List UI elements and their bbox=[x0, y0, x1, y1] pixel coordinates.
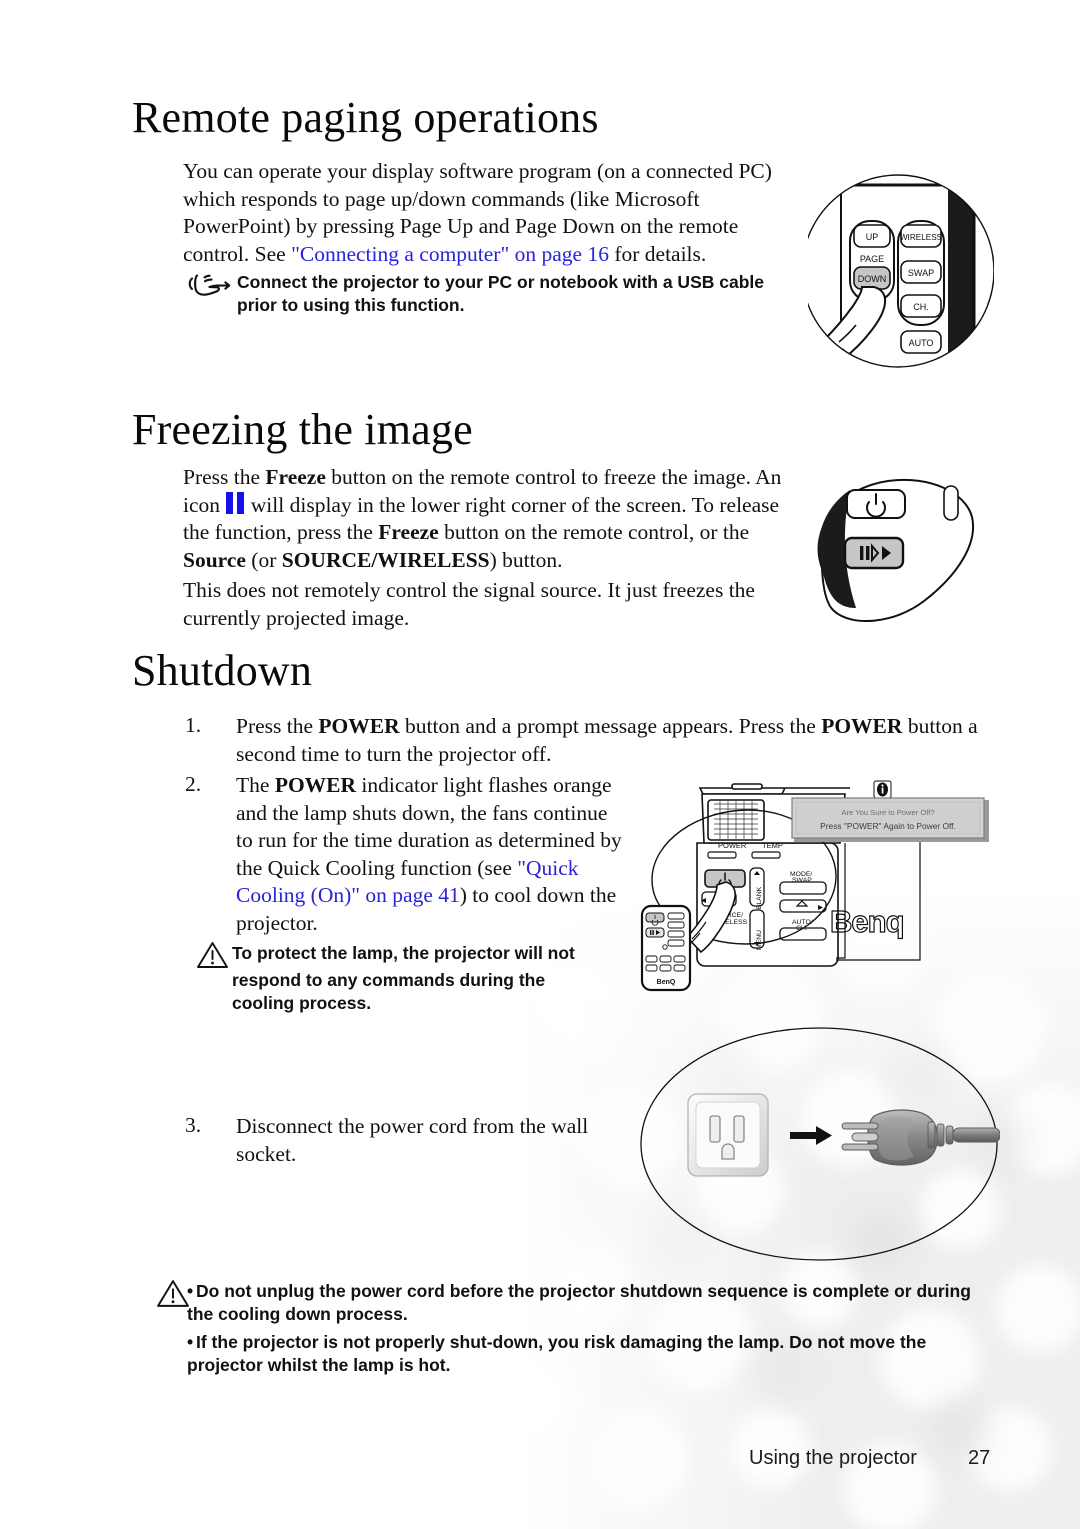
step-text-2: The POWER indicator light flashes orange… bbox=[236, 772, 624, 937]
heading-shutdown: Shutdown bbox=[132, 646, 313, 695]
caution-line-3: cooling process. bbox=[232, 993, 372, 1013]
step2-text-1: The bbox=[236, 773, 275, 797]
svg-text:WIRELESS: WIRELESS bbox=[900, 233, 943, 242]
warning-text-1: Do not unplug the power cord before the … bbox=[187, 1281, 971, 1324]
freeze-text-1: Press the bbox=[183, 465, 266, 489]
paragraph-freeze-1: Press the Freeze button on the remote co… bbox=[183, 464, 795, 574]
note-connect-usb: Connect the projector to your PC or note… bbox=[237, 272, 764, 315]
source-wireless-button-name: SOURCE/WIRELESS bbox=[281, 547, 490, 572]
svg-text:Are You Sure to Power Off?: Are You Sure to Power Off? bbox=[841, 808, 934, 817]
svg-text:CH.: CH. bbox=[913, 302, 929, 312]
svg-text:Press "POWER" Again to Power O: Press "POWER" Again to Power Off. bbox=[820, 821, 956, 831]
remote-control-page-buttons-illustration: UP PAGE DOWN WIRELESS SWAP CH. AUTO bbox=[808, 163, 994, 385]
freeze-text-4: button on the remote control, or the bbox=[438, 520, 750, 544]
warning-item-1: • Do not unplug the power cord before the… bbox=[187, 1280, 997, 1326]
heading-remote-paging-operations: Remote paging operations bbox=[132, 93, 599, 142]
projector-power-off-illustration: POWER TEMP MODE/SWAP AUTO/CH. SOURCE/WIR… bbox=[640, 770, 1000, 1015]
freeze-button-name: Freeze bbox=[265, 465, 326, 489]
paragraph-freeze-2: This does not remotely control the signa… bbox=[183, 578, 755, 630]
paragraph-text-tail: for details. bbox=[608, 241, 707, 266]
freeze-text-5: (or bbox=[245, 547, 282, 572]
power-indicator-name: POWER bbox=[274, 773, 357, 797]
svg-text:BLANK: BLANK bbox=[756, 886, 763, 909]
bullet-icon-2: • bbox=[187, 1332, 194, 1352]
step-number-1: 1. bbox=[185, 713, 202, 737]
caution-line-1: To protect the lamp, the projector will … bbox=[232, 943, 575, 963]
warning-triangle-icon bbox=[197, 942, 228, 968]
paragraph-remote-paging: You can operate your display software pr… bbox=[183, 158, 803, 268]
step-text-1: Press the POWER button and a prompt mess… bbox=[236, 713, 991, 768]
caution-line-2: respond to any commands during the bbox=[232, 970, 546, 990]
remote-control-freeze-button-illustration: II/ bbox=[800, 472, 986, 638]
footer-page-number: 27 bbox=[968, 1447, 991, 1469]
svg-text:TEMP: TEMP bbox=[762, 841, 783, 850]
svg-text:SWAP: SWAP bbox=[792, 877, 812, 884]
step-text-3: Disconnect the power cord from the wall … bbox=[236, 1114, 589, 1166]
power-button-name: POWER bbox=[318, 714, 400, 738]
warning-text-2: If the projector is not properly shut-do… bbox=[187, 1332, 927, 1375]
power-button-name-2: POWER bbox=[821, 714, 903, 738]
pointing-hand-icon bbox=[188, 274, 231, 296]
wall-socket-unplug-illustration bbox=[638, 1022, 1000, 1274]
freeze-button-name-2: Freeze bbox=[378, 520, 439, 544]
step-number-2: 2. bbox=[185, 772, 202, 796]
warning-item-2: • If the projector is not properly shut-d… bbox=[187, 1331, 977, 1377]
step1-text-1: Press the bbox=[236, 714, 319, 738]
source-button-name: Source bbox=[183, 547, 246, 572]
svg-text:Benq: Benq bbox=[830, 904, 904, 939]
svg-text:AUTO: AUTO bbox=[909, 338, 934, 348]
bullet-icon: • bbox=[187, 1281, 194, 1301]
freeze-pause-icon bbox=[225, 491, 245, 514]
warning-triangle-icon-bottom bbox=[157, 1280, 189, 1307]
step1-text-2: button and a prompt message appears. Pre… bbox=[399, 714, 822, 738]
step-number-3: 3. bbox=[185, 1113, 202, 1137]
freeze-text-6: ) button. bbox=[489, 547, 563, 572]
svg-text:MENU: MENU bbox=[756, 930, 763, 950]
footer-chapter-title: Using the projector bbox=[749, 1447, 917, 1469]
svg-text:UP: UP bbox=[866, 232, 879, 242]
svg-text:SWAP: SWAP bbox=[908, 268, 934, 278]
caution-protect-lamp: To protect the lamp, the projector will … bbox=[232, 942, 632, 1015]
svg-text:DOWN: DOWN bbox=[858, 274, 887, 284]
svg-text:PAGE: PAGE bbox=[860, 254, 884, 264]
heading-freezing-the-image: Freezing the image bbox=[132, 405, 473, 454]
svg-text:BenQ: BenQ bbox=[657, 979, 676, 986]
svg-text:POWER: POWER bbox=[718, 841, 747, 850]
link-connecting-a-computer[interactable]: "Connecting a computer" on page 16 bbox=[291, 242, 609, 266]
